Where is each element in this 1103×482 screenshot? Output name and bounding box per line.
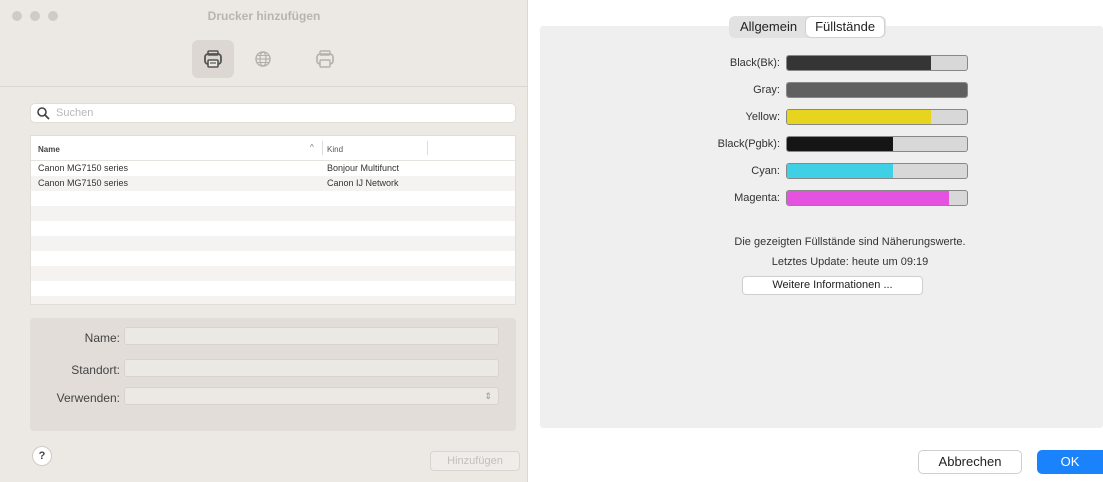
column-header-name[interactable]: Name	[38, 145, 60, 154]
cancel-button[interactable]: Abbrechen	[918, 450, 1022, 474]
search-icon	[37, 107, 50, 120]
tab-ink-levels[interactable]: Füllstände	[806, 17, 885, 37]
title-bar: Drucker hinzufügen	[0, 0, 528, 34]
settings-tabs: Allgemein Füllstände	[729, 16, 887, 38]
ink-fill	[787, 164, 894, 178]
tab-general[interactable]: Allgemein	[731, 17, 806, 37]
name-field[interactable]	[124, 327, 499, 345]
printer-icon	[204, 50, 222, 68]
ink-fill	[787, 83, 967, 97]
printer-name: Canon MG7150 series	[38, 178, 129, 188]
toolbar-divider	[0, 86, 528, 87]
table-row-empty	[31, 296, 515, 304]
printer-name: Canon MG7150 series	[38, 163, 129, 173]
ink-label-black-bk: Black(Bk):	[729, 57, 780, 69]
add-printer-window: Drucker hinzufügen Suchen Name ^ Kind Ca…	[0, 0, 528, 482]
table-row-empty	[31, 266, 515, 281]
toolbar-windows-printer-button[interactable]	[304, 40, 346, 78]
ink-bar-cyan	[786, 163, 968, 179]
table-row-empty	[31, 236, 515, 251]
ink-label-cyan: Cyan:	[751, 165, 780, 177]
globe-icon	[255, 51, 271, 67]
table-row[interactable]: Canon MG7150 series Canon IJ Network	[31, 176, 515, 191]
printer-kind: Bonjour Multifunct	[327, 163, 400, 173]
ink-bar-magenta	[786, 190, 968, 206]
column-separator	[427, 141, 428, 155]
printer-kind: Canon IJ Network	[327, 178, 399, 188]
search-input[interactable]	[54, 106, 498, 120]
ink-label-magenta: Magenta:	[734, 192, 780, 204]
use-driver-select[interactable]: ⇕	[124, 387, 499, 405]
toolbar-default-printers-button[interactable]	[192, 40, 234, 78]
column-separator	[322, 141, 323, 155]
help-button[interactable]: ?	[32, 446, 52, 466]
printer-details-panel: Name: Standort: Verwenden: ⇕	[30, 318, 516, 431]
ink-fill	[787, 137, 894, 151]
printer-outline-icon	[316, 50, 334, 68]
approximation-note: Die gezeigten Füllstände sind Näherungsw…	[734, 236, 966, 248]
table-row-empty	[31, 191, 515, 206]
use-label: Verwenden:	[56, 391, 120, 405]
column-header-kind[interactable]: Kind	[327, 145, 343, 154]
select-arrows-icon: ⇕	[484, 391, 492, 401]
ink-bar-yellow	[786, 109, 968, 125]
table-row[interactable]: Canon MG7150 series Bonjour Multifunct	[31, 161, 515, 176]
ink-bar-gray	[786, 82, 968, 98]
ink-label-black-pgbk: Black(Pgbk):	[717, 138, 780, 150]
ink-bar-black-bk	[786, 55, 968, 71]
table-row-empty	[31, 281, 515, 296]
ink-fill	[787, 56, 931, 70]
ok-button[interactable]: OK	[1037, 450, 1103, 474]
sort-ascending-icon: ^	[310, 143, 314, 152]
printer-list-rows: Canon MG7150 series Bonjour Multifunct C…	[31, 161, 515, 304]
window-title: Drucker hinzufügen	[207, 9, 321, 23]
table-row-empty	[31, 251, 515, 266]
location-field[interactable]	[124, 359, 499, 377]
ink-label-gray: Gray:	[753, 84, 780, 96]
ink-fill	[787, 191, 949, 205]
ink-bar-black-pgbk	[786, 136, 968, 152]
name-label: Name:	[84, 331, 120, 345]
toolbar-ip-printer-button[interactable]	[242, 40, 284, 78]
location-label: Standort:	[71, 363, 120, 377]
table-row-empty	[31, 221, 515, 236]
ink-label-yellow: Yellow:	[745, 111, 780, 123]
ink-fill	[787, 110, 931, 124]
search-field[interactable]	[30, 103, 516, 123]
more-information-button[interactable]: Weitere Informationen ...	[742, 276, 923, 295]
add-button[interactable]: Hinzufügen	[430, 451, 520, 471]
last-update-text: Letztes Update: heute um 09:19	[771, 256, 929, 268]
printer-list: Name ^ Kind Canon MG7150 series Bonjour …	[30, 135, 516, 305]
table-row-empty	[31, 206, 515, 221]
printer-list-header: Name ^ Kind	[31, 136, 515, 161]
toolbar	[0, 34, 528, 86]
